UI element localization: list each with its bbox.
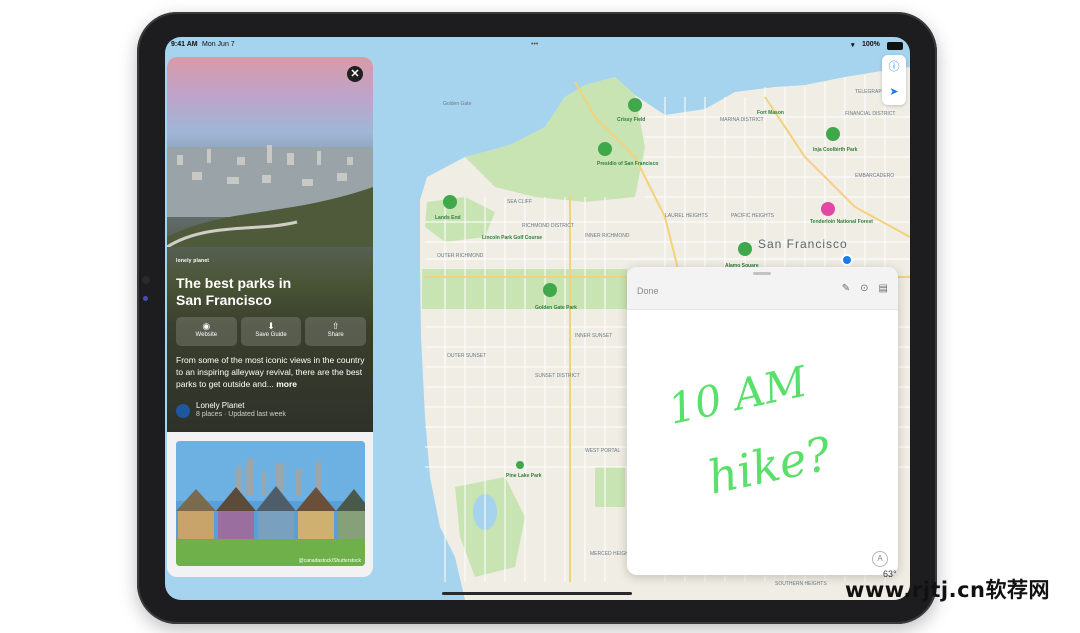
wifi-icon: ▾ (851, 42, 855, 49)
drag-handle[interactable] (753, 272, 771, 275)
website-button[interactable]: ◉ Website (176, 317, 237, 346)
done-button[interactable]: Done (637, 286, 659, 296)
map-label-laurel: LAUREL HEIGHTS (665, 213, 709, 219)
park-pin-lands-end[interactable] (443, 195, 457, 209)
handwriting-canvas[interactable]: 10 AM hike? (627, 309, 898, 575)
publisher-logo (176, 404, 190, 418)
city-skyline-image (167, 145, 373, 247)
park-pin-alamo[interactable] (738, 242, 752, 256)
map-label-southern-heights: SOUTHERN HEIGHTS (775, 581, 827, 587)
more-icon[interactable]: ⊙ (860, 283, 868, 294)
map-label-embarcadero: EMBARCADERO (855, 173, 894, 179)
handwriting-line2: hike? (703, 426, 836, 505)
map-label-crissy-field: Crissy Field (617, 117, 645, 123)
map-controls: ⓘ ➤ (882, 55, 906, 105)
map-label-fort-mason: Fort Mason (757, 110, 784, 116)
park-pin-pine-lake[interactable] (516, 461, 524, 469)
quick-note-panel[interactable]: Done ✎ ⊙ ▤ 10 AM hike? A (627, 267, 898, 575)
location-arrow-icon[interactable]: ➤ (882, 80, 906, 105)
guide-actions: ◉ Website ⬇ Save Guide ⇧ Share (176, 317, 367, 346)
map-label-golden-gate-park: Golden Gate Park (535, 305, 577, 311)
map-label-sea-cliff: SEA CLIFF (507, 199, 532, 205)
publisher-row[interactable]: Lonely Planet 8 places · Updated last we… (176, 401, 366, 423)
share-icon: ⇧ (331, 321, 340, 331)
map-label-inner-sunset: INNER SUNSET (575, 333, 612, 339)
park-pin-golden-gate[interactable] (543, 283, 557, 297)
status-battery: 100% (862, 41, 880, 48)
map-label-richmond: RICHMOND DISTRICT (522, 223, 574, 229)
map-label-outer-sunset: OUTER SUNSET (447, 353, 486, 359)
status-date: Mon Jun 7 (202, 41, 235, 48)
map-label-coit: Inja Coolbirth Park (813, 147, 858, 153)
map-label-inner-richmond: INNER RICHMOND (585, 233, 630, 239)
watermark: www.rjtj.cn软荐网 (845, 578, 1051, 602)
park-pin-crissy[interactable] (628, 98, 642, 112)
pin-tenderloin[interactable] (821, 202, 835, 216)
publisher-meta: 8 places · Updated last week (196, 411, 286, 418)
map-label-marina: MARINA DISTRICT (720, 117, 764, 123)
ipad-screen: Golden Gate Crissy Field MARINA DISTRICT… (165, 37, 910, 600)
map-label-west-portal: WEST PORTAL (585, 448, 621, 454)
lonely-planet-logo: lonely planet (176, 258, 210, 264)
photo-credit: @canadastock/Shutterstock (298, 558, 361, 564)
camera-dot (142, 276, 150, 284)
share-button[interactable]: ⇧ Share (305, 317, 367, 346)
multitask-dots[interactable]: ••• (531, 41, 538, 48)
guide-title: The best parks in San Francisco (176, 275, 292, 308)
compass-icon: ◉ (202, 321, 211, 331)
map-label-pine-lake: Pine Lake Park (506, 473, 542, 479)
note-toolbar: Done ✎ ⊙ ▤ (627, 267, 898, 310)
publisher-name: Lonely Planet (196, 401, 245, 410)
map-label-lands-end: Lands End (435, 215, 461, 221)
park-pin-coolbrith[interactable] (826, 127, 840, 141)
map-label-outer-richmond: OUTER RICHMOND (437, 253, 484, 259)
more-link[interactable]: more (276, 379, 297, 389)
park-pin-presidio[interactable] (598, 142, 612, 156)
handwriting-line1: 10 AM (664, 357, 812, 434)
map-label-golden-gate: Golden Gate (443, 101, 472, 107)
painted-ladies-photo[interactable]: @canadastock/Shutterstock (176, 441, 365, 566)
map-label-tenderloin: Tenderloin National Forest (810, 219, 873, 225)
home-indicator[interactable] (442, 592, 632, 595)
status-time: 9:41 AM (171, 41, 198, 48)
notes-icon[interactable]: ▤ (879, 283, 888, 294)
compose-icon[interactable]: ✎ (842, 283, 850, 294)
map-label-sunset: SUNSET DISTRICT (535, 373, 580, 379)
map-label-presidio: Presidio of San Francisco (597, 161, 658, 167)
close-button[interactable]: ✕ (347, 66, 363, 82)
guide-description: From some of the most iconic views in th… (176, 355, 365, 389)
sensor-dot (143, 296, 148, 301)
map-label-city: San Francisco (758, 237, 848, 251)
map-label-pacific: PACIFIC HEIGHTS (731, 213, 775, 219)
guide-hero-image: ✕ lonely planet The best parks in San Fr… (167, 57, 373, 432)
save-guide-button[interactable]: ⬇ Save Guide (240, 317, 302, 346)
map-label-lincoln: Lincoln Park Golf Course (482, 235, 542, 241)
info-icon[interactable]: ⓘ (882, 55, 906, 80)
guide-card: ✕ lonely planet The best parks in San Fr… (167, 57, 373, 577)
battery-icon (887, 42, 903, 50)
user-location-dot (841, 254, 853, 266)
markup-icon[interactable]: A (872, 551, 888, 567)
map-label-financial: FINANCIAL DISTRICT (845, 111, 895, 117)
save-icon: ⬇ (267, 321, 275, 331)
